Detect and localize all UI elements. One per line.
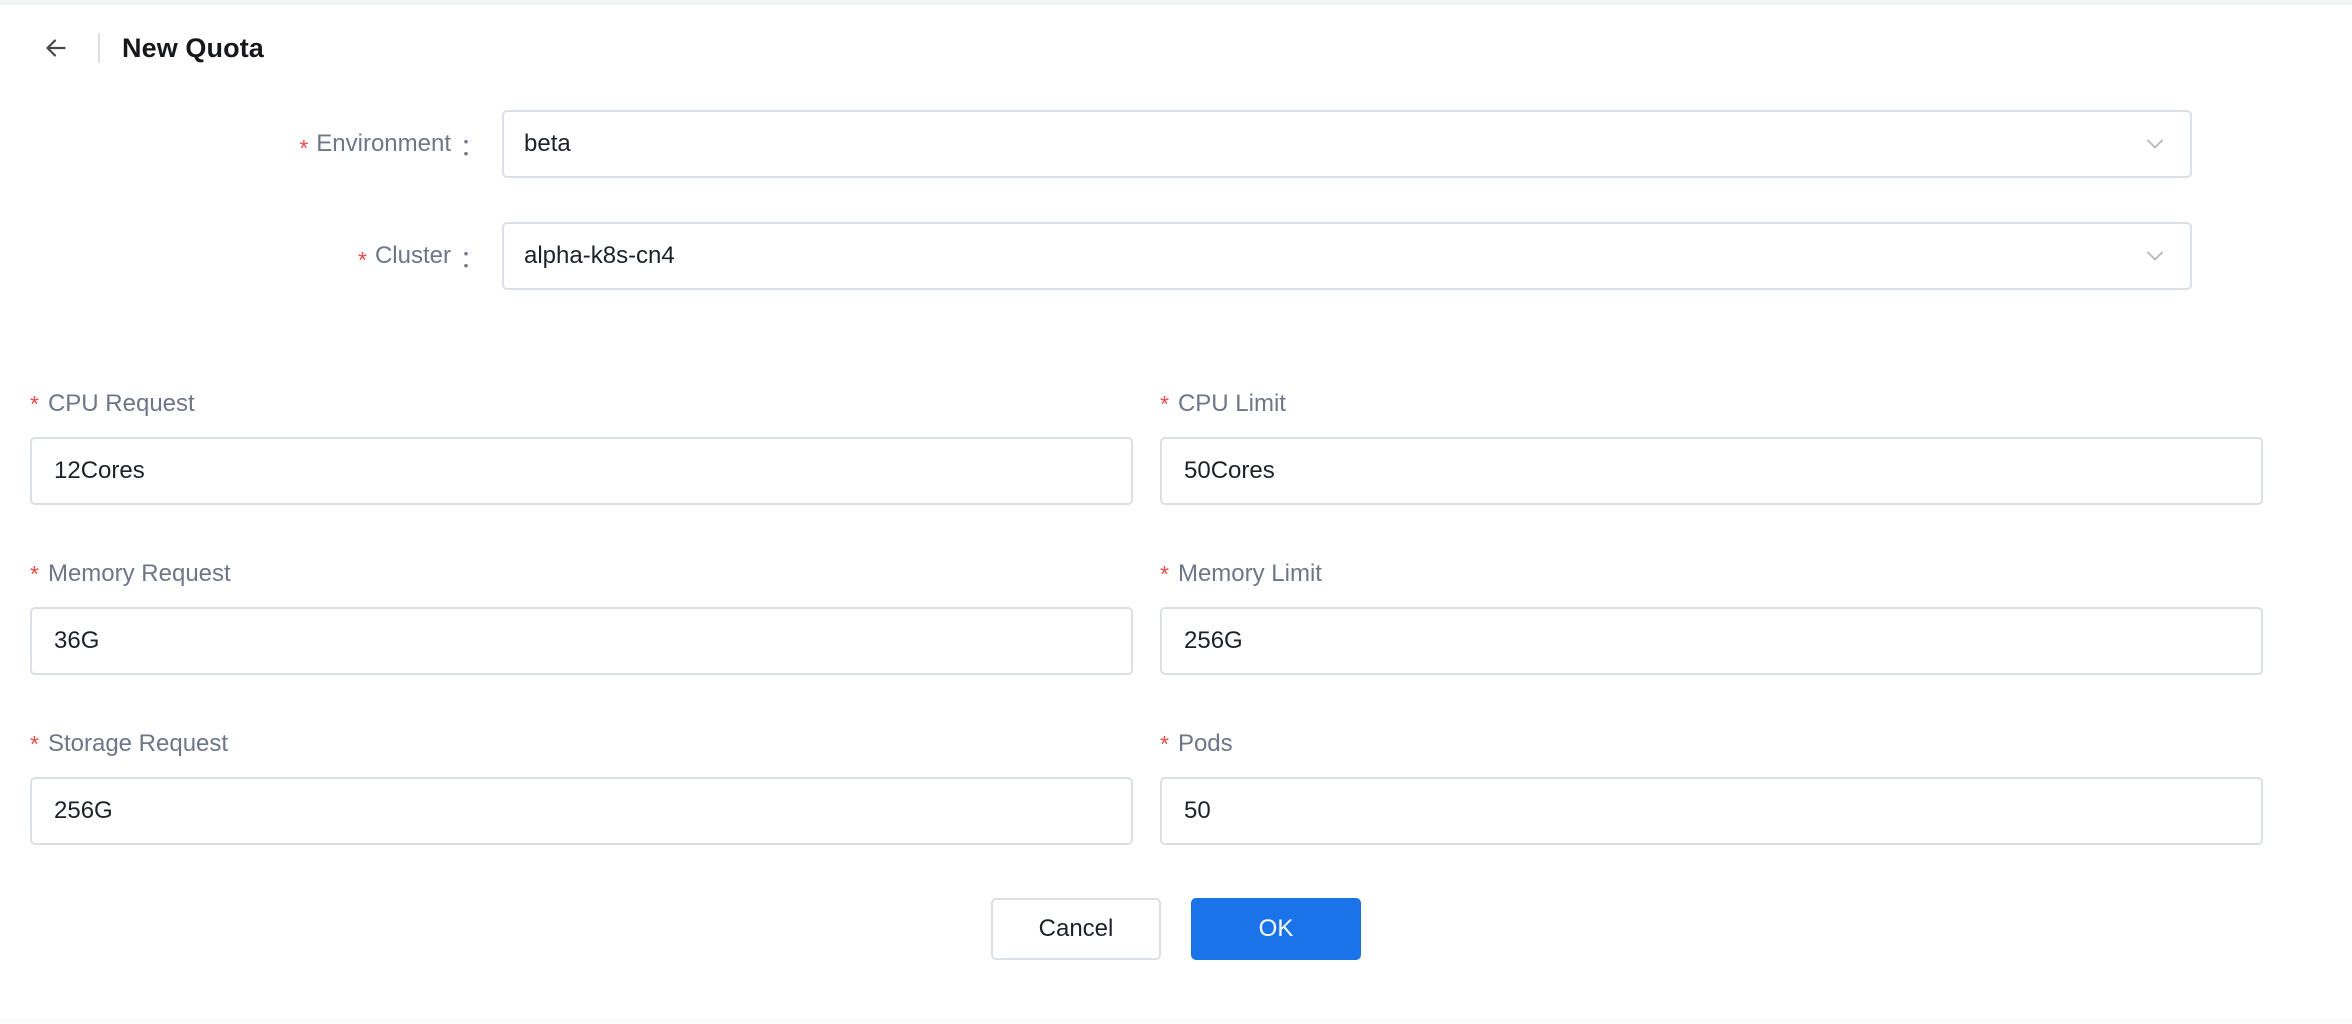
cpu-limit-value: 50Cores bbox=[1184, 457, 1275, 484]
cluster-label: * Cluster ： bbox=[0, 239, 502, 274]
form-actions: Cancel OK bbox=[0, 898, 2352, 960]
field-cpu-limit: * CPU Limit 50Cores bbox=[1160, 390, 2263, 505]
environment-label-text: Environment bbox=[316, 130, 451, 157]
cluster-label-text: Cluster bbox=[374, 242, 451, 269]
pods-value: 50 bbox=[1184, 797, 1211, 824]
cpu-limit-label: * CPU Limit bbox=[1160, 390, 2263, 420]
new-quota-page: New Quota * Environment ： beta * Cluster… bbox=[0, 0, 2352, 1024]
field-memory-request: * Memory Request 36G bbox=[30, 560, 1133, 675]
environment-select[interactable]: beta bbox=[502, 110, 2192, 178]
required-asterisk: * bbox=[1160, 731, 1169, 757]
cpu-limit-input[interactable]: 50Cores bbox=[1160, 437, 2263, 505]
required-asterisk: * bbox=[1160, 391, 1169, 417]
cancel-button[interactable]: Cancel bbox=[991, 898, 1161, 960]
field-cpu-request: * CPU Request 12Cores bbox=[30, 390, 1133, 505]
storage-request-label: * Storage Request bbox=[30, 730, 1133, 760]
environment-label: * Environment ： bbox=[0, 127, 502, 162]
required-asterisk: * bbox=[30, 391, 39, 417]
environment-label-colon: ： bbox=[460, 133, 484, 161]
cluster-select[interactable]: alpha-k8s-cn4 bbox=[502, 222, 2192, 290]
chevron-down-icon[interactable] bbox=[2142, 131, 2168, 157]
memory-limit-input[interactable]: 256G bbox=[1160, 607, 2263, 675]
form-row-cluster: * Cluster ： alpha-k8s-cn4 bbox=[0, 222, 2192, 290]
memory-request-input[interactable]: 36G bbox=[30, 607, 1133, 675]
required-asterisk: * bbox=[358, 246, 367, 273]
chevron-down-icon[interactable] bbox=[2142, 243, 2168, 269]
storage-request-label-text: Storage Request bbox=[47, 730, 229, 757]
arrow-left-icon bbox=[41, 30, 77, 66]
top-edge-strip bbox=[0, 0, 2352, 5]
required-asterisk: * bbox=[1160, 561, 1169, 587]
page-header: New Quota bbox=[38, 26, 264, 70]
field-memory-limit: * Memory Limit 256G bbox=[1160, 560, 2263, 675]
bottom-edge-strip bbox=[0, 1018, 2352, 1024]
memory-request-label: * Memory Request bbox=[30, 560, 1133, 590]
cluster-select-value: alpha-k8s-cn4 bbox=[524, 242, 675, 269]
cpu-request-label: * CPU Request bbox=[30, 390, 1133, 420]
pods-label: * Pods bbox=[1160, 730, 2263, 760]
environment-select-value: beta bbox=[524, 130, 571, 157]
cpu-request-input[interactable]: 12Cores bbox=[30, 437, 1133, 505]
form-row-environment: * Environment ： beta bbox=[0, 110, 2192, 178]
header-divider bbox=[98, 33, 100, 63]
storage-request-value: 256G bbox=[54, 797, 113, 824]
required-asterisk: * bbox=[30, 731, 39, 757]
cpu-limit-label-text: CPU Limit bbox=[1177, 390, 1286, 417]
page-title: New Quota bbox=[122, 32, 264, 63]
pods-input[interactable]: 50 bbox=[1160, 777, 2263, 845]
cluster-label-colon: ： bbox=[460, 245, 484, 273]
memory-request-value: 36G bbox=[54, 627, 100, 654]
memory-limit-label-text: Memory Limit bbox=[1177, 560, 1322, 587]
memory-limit-label: * Memory Limit bbox=[1160, 560, 2263, 590]
required-asterisk: * bbox=[30, 561, 39, 587]
back-button[interactable] bbox=[38, 27, 80, 69]
ok-button[interactable]: OK bbox=[1191, 898, 1361, 960]
field-pods: * Pods 50 bbox=[1160, 730, 2263, 845]
storage-request-input[interactable]: 256G bbox=[30, 777, 1133, 845]
field-storage-request: * Storage Request 256G bbox=[30, 730, 1133, 845]
cpu-request-label-text: CPU Request bbox=[47, 390, 195, 417]
required-asterisk: * bbox=[299, 134, 309, 161]
memory-limit-value: 256G bbox=[1184, 627, 1243, 654]
pods-label-text: Pods bbox=[1177, 730, 1233, 757]
cpu-request-value: 12Cores bbox=[54, 457, 145, 484]
memory-request-label-text: Memory Request bbox=[47, 560, 231, 587]
